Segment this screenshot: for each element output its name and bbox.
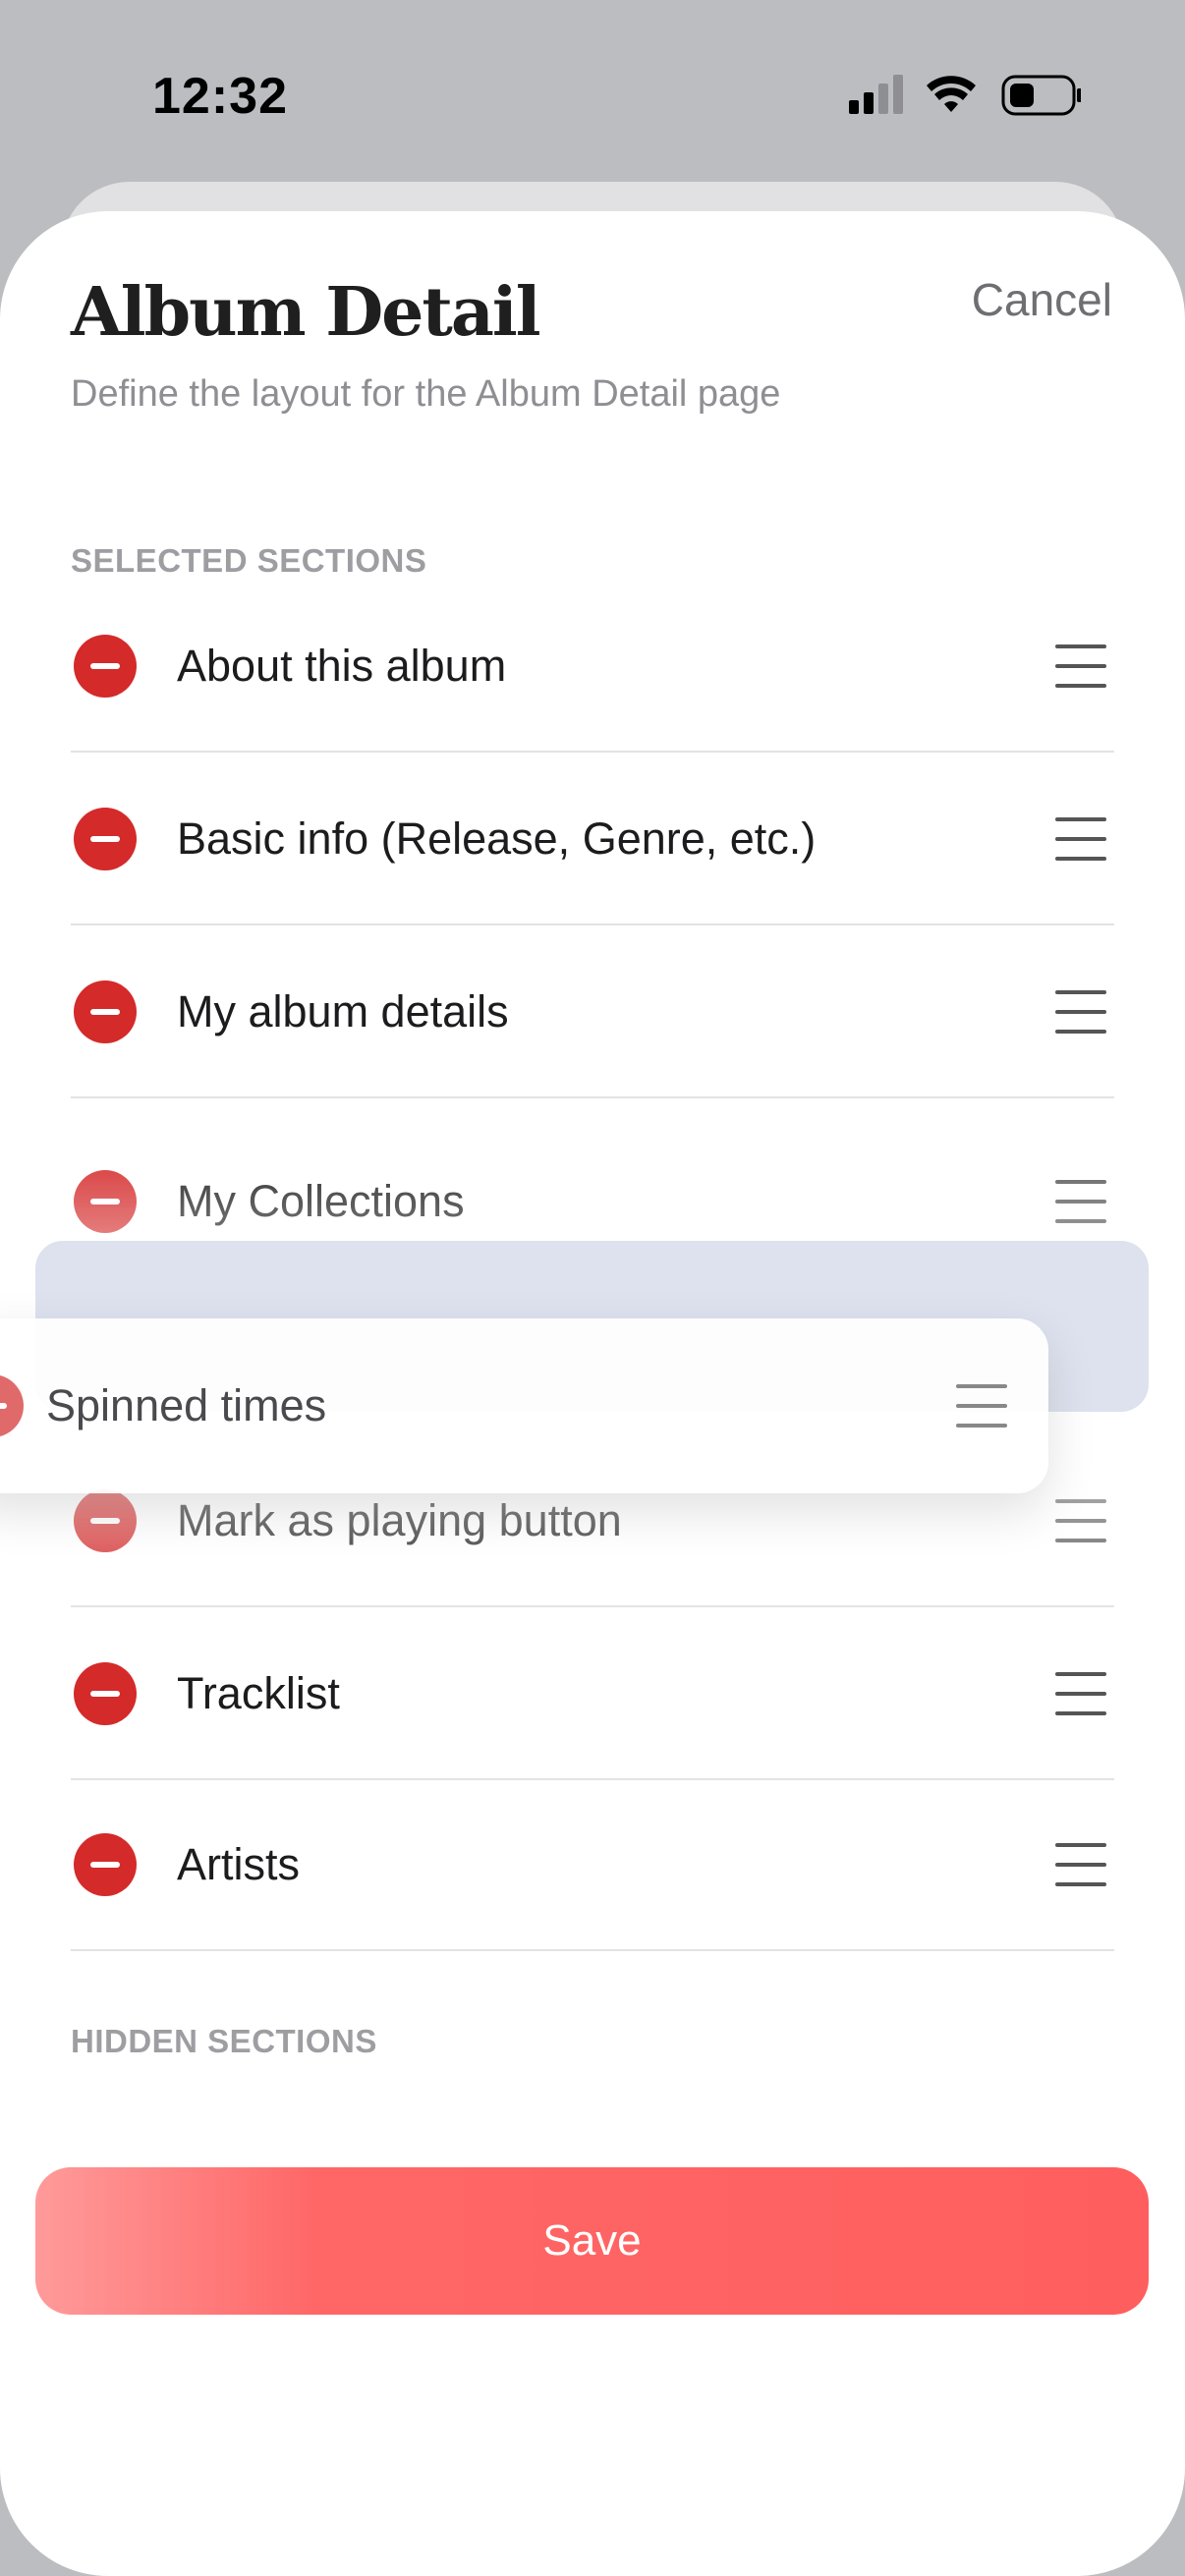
remove-circle-icon[interactable]: [74, 1489, 137, 1552]
section-row-label: Tracklist: [177, 1668, 340, 1718]
section-row: My album details: [71, 925, 1114, 1098]
section-row-label: Basic info (Release, Genre, etc.): [177, 813, 817, 864]
battery-icon: [1001, 75, 1082, 116]
remove-circle-icon[interactable]: [0, 1374, 24, 1437]
drag-handle-icon[interactable]: [1055, 644, 1106, 688]
save-button[interactable]: Save: [35, 2167, 1149, 2315]
row-divider: [71, 1949, 1114, 1951]
page-subtitle: Define the layout for the Album Detail p…: [71, 373, 781, 415]
section-row: About this album: [71, 580, 1114, 753]
remove-circle-icon[interactable]: [74, 1170, 137, 1233]
section-row-label: My Collections: [177, 1176, 465, 1226]
cellular-signal-icon: [849, 75, 903, 114]
remove-circle-icon[interactable]: [74, 1662, 137, 1725]
row-divider: [71, 1096, 1114, 1098]
drag-handle-icon[interactable]: [956, 1384, 1007, 1428]
remove-circle-icon[interactable]: [74, 635, 137, 698]
section-row: Artists: [71, 1778, 1114, 1951]
drag-handle-icon[interactable]: [1055, 1672, 1106, 1715]
section-row: Basic info (Release, Genre, etc.): [71, 753, 1114, 925]
section-row-label: Artists: [177, 1839, 301, 1889]
wifi-icon: [927, 76, 976, 112]
section-row: Tracklist: [71, 1607, 1114, 1780]
hidden-sections-header: HIDDEN SECTIONS: [71, 2023, 377, 2059]
cancel-button[interactable]: Cancel: [972, 273, 1112, 326]
status-icons: [845, 71, 1082, 120]
dragging-row-label: Spinned times: [46, 1380, 327, 1430]
drag-handle-icon[interactable]: [1055, 1843, 1106, 1886]
page-title: Album Detail: [71, 273, 541, 352]
section-row-label: About this album: [177, 641, 507, 691]
remove-circle-icon[interactable]: [74, 1833, 137, 1896]
dragging-section-row[interactable]: Spinned times: [0, 1318, 1048, 1493]
status-bar: 12:32: [0, 0, 1185, 187]
drag-handle-icon[interactable]: [1055, 1499, 1106, 1542]
status-time: 12:32: [152, 68, 288, 125]
drag-handle-icon[interactable]: [1055, 817, 1106, 861]
drag-handle-icon[interactable]: [1055, 1180, 1106, 1223]
selected-sections-header: SELECTED SECTIONS: [71, 542, 427, 579]
remove-circle-icon[interactable]: [74, 980, 137, 1043]
drag-handle-icon[interactable]: [1055, 990, 1106, 1034]
section-row-label: My album details: [177, 986, 509, 1036]
section-row-label: Mark as playing button: [177, 1495, 622, 1545]
remove-circle-icon[interactable]: [74, 808, 137, 870]
status-icons-svg: [849, 75, 1082, 116]
